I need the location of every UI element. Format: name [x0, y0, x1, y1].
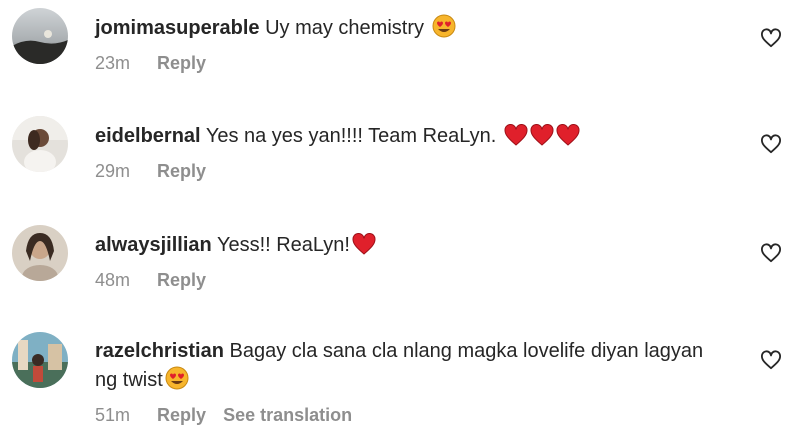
- comment-text: eidelbernal Yes na yes yan!!!! Team ReaL…: [95, 122, 715, 151]
- comment-username[interactable]: razelchristian: [95, 340, 224, 362]
- avatar[interactable]: [12, 332, 68, 388]
- comment-list: jomimasuperable Uy may chemistry 23m Rep…: [0, 0, 800, 446]
- comment-time: 48m: [95, 270, 131, 290]
- comment-meta: 48m Reply: [95, 268, 715, 292]
- red-heart-emoji: [504, 124, 528, 146]
- reply-button[interactable]: Reply: [157, 53, 206, 73]
- comment-username[interactable]: alwaysjillian: [95, 234, 212, 256]
- avatar[interactable]: [12, 225, 68, 281]
- avatar[interactable]: [12, 116, 68, 172]
- comment-time: 29m: [95, 161, 131, 181]
- comment-text: razelchristian Bagay cla sana cla nlang …: [95, 337, 715, 395]
- comment-text: jomimasuperable Uy may chemistry: [95, 14, 715, 43]
- comment-meta: 23m Reply: [95, 51, 715, 75]
- comment-content: Yess!! ReaLyn!: [216, 234, 350, 256]
- heart-eyes-emoji: [432, 14, 456, 38]
- comment-username[interactable]: jomimasuperable: [95, 17, 260, 39]
- comment-content: Uy may chemistry: [265, 17, 424, 39]
- red-heart-emoji: [530, 124, 554, 146]
- reply-button[interactable]: Reply: [157, 161, 206, 181]
- comment-time: 23m: [95, 53, 131, 73]
- red-heart-emoji: [556, 124, 580, 146]
- like-icon[interactable]: [760, 243, 782, 263]
- comment-meta: 51m Reply See translation: [95, 403, 715, 427]
- comment-username[interactable]: eidelbernal: [95, 125, 201, 147]
- like-icon[interactable]: [760, 350, 782, 370]
- see-translation-button[interactable]: See translation: [223, 405, 352, 425]
- reply-button[interactable]: Reply: [157, 405, 206, 425]
- like-icon[interactable]: [760, 134, 782, 154]
- comment-time: 51m: [95, 405, 131, 425]
- comment-meta: 29m Reply: [95, 159, 715, 183]
- heart-eyes-emoji: [165, 366, 189, 390]
- red-heart-emoji: [352, 233, 376, 255]
- avatar[interactable]: [12, 8, 68, 64]
- like-icon[interactable]: [760, 28, 782, 48]
- comment-text: alwaysjillian Yess!! ReaLyn!: [95, 231, 715, 260]
- comment-content: Yes na yes yan!!!! Team ReaLyn.: [205, 125, 497, 147]
- reply-button[interactable]: Reply: [157, 270, 206, 290]
